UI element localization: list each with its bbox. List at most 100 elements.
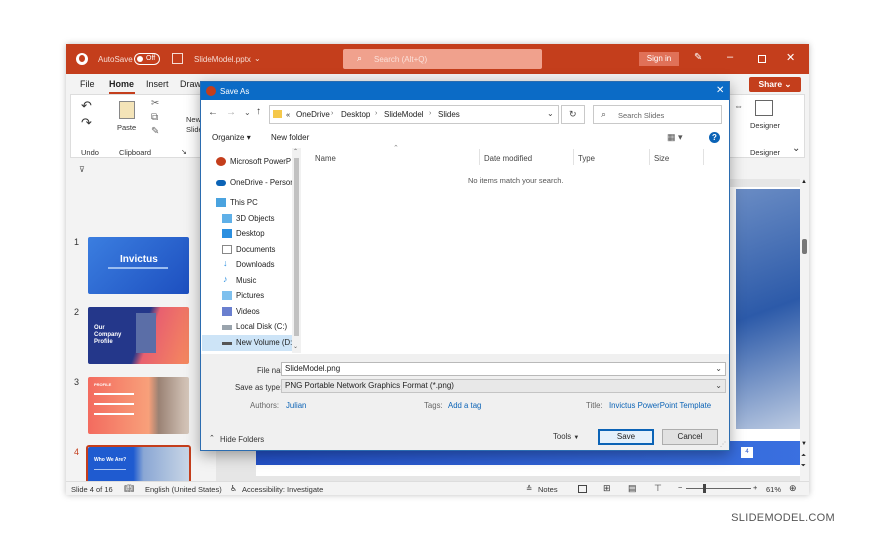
spelling-icon[interactable]: 📖︎ [124,484,134,493]
language-status[interactable]: English (United States) [145,485,222,494]
zoom-in-icon[interactable]: + [753,483,757,492]
cut-icon[interactable]: ✂ [151,98,159,109]
column-type[interactable]: Type [578,154,595,163]
authors-value[interactable]: Julian [286,401,306,410]
tree-item-new-volume-selected[interactable]: New Volume (D: [202,335,294,351]
forward-icon[interactable]: → [226,107,236,118]
fit-to-window-icon[interactable]: ⊕ [789,483,797,494]
designer-icon[interactable] [755,100,773,116]
previous-slide-icon[interactable]: ⏶ [801,453,806,460]
designer-button-label[interactable]: Designer [750,121,780,130]
tree-scrollbar[interactable]: ⌃ ⌄ [292,148,301,353]
document-name[interactable]: SlideModel.pptx [194,55,251,64]
save-icon[interactable] [172,53,183,64]
tree-item-videos[interactable]: Videos [222,306,296,318]
maximize-icon[interactable] [758,55,766,63]
tree-item-music[interactable]: ♪ Music [222,274,296,287]
address-bar[interactable]: « OneDrive › Desktop › SlideModel › Slid… [269,105,559,124]
zoom-slider-thumb[interactable] [703,484,706,493]
back-icon[interactable]: ← [208,107,218,118]
sign-in-button[interactable]: Sign in [639,52,679,66]
resize-grip-icon[interactable]: ⋰ [720,441,726,448]
normal-view-icon[interactable] [578,485,587,493]
tree-item-local-disk[interactable]: Local Disk (C:) [222,321,296,333]
column-date-modified[interactable]: Date modified [484,154,532,163]
autosave-toggle[interactable]: Off [134,53,160,65]
hide-folders-button[interactable]: Hide Folders [220,435,264,444]
notes-button[interactable]: Notes [538,485,558,494]
tree-scroll-up-icon[interactable]: ⌃ [293,148,298,155]
scroll-thumb[interactable] [802,239,807,254]
dialog-close-icon[interactable]: ✕ [716,85,724,96]
arrange-icon[interactable]: ⇔ [734,101,743,111]
slide-thumbnail-2[interactable]: Our Company Profile [88,307,189,364]
tree-item-downloads[interactable]: ↓ Downloads [222,258,296,271]
address-dropdown-icon[interactable]: ⌄ [547,109,554,118]
search-box[interactable]: ⌕ Search (Alt+Q) [343,49,542,69]
breadcrumb-desktop[interactable]: Desktop [341,110,370,119]
slide-thumbnail-3[interactable]: PROFILE [88,377,189,434]
tools-button[interactable]: Tools ▼ [553,432,579,441]
breadcrumb-slidemodel[interactable]: SlideModel [384,110,424,119]
column-divider[interactable] [573,149,574,165]
file-name-dropdown-icon[interactable]: ⌄ [715,363,722,375]
accessibility-icon[interactable]: ♿︎ [230,484,237,493]
title-value[interactable]: Invictus PowerPoint Template [609,401,711,410]
tree-item-this-pc[interactable]: This PC [216,197,296,209]
scroll-up-icon[interactable]: ▲ [801,179,807,185]
recent-locations-icon[interactable]: ⌄ [244,108,251,117]
ribbon-collapse-icon[interactable]: ⌄ [792,143,800,154]
next-slide-icon[interactable]: ⏷ [801,463,806,470]
tree-scroll-down-icon[interactable]: ⌄ [293,343,298,350]
column-name[interactable]: Name [315,154,336,163]
notes-icon[interactable]: ≙ [526,484,532,493]
tree-item-desktop[interactable]: Desktop [222,228,296,240]
new-folder-button[interactable]: New folder [271,133,309,142]
zoom-slider[interactable] [686,488,751,489]
tab-file[interactable]: File [80,79,95,89]
zoom-out-icon[interactable]: − [678,483,682,492]
help-icon[interactable]: ? [709,132,720,143]
new-slide-label[interactable]: New [186,115,201,124]
pen-icon[interactable]: ✎ [694,52,702,63]
accessibility-status[interactable]: Accessibility: Investigate [242,485,323,494]
minimize-icon[interactable]: – [727,51,733,63]
tree-scroll-thumb[interactable] [294,158,299,336]
file-name-input[interactable]: SlideModel.png ⌄ [281,362,726,376]
scroll-down-icon[interactable]: ▼ [801,441,807,447]
up-folder-icon[interactable]: ↑ [256,106,261,117]
tab-draw[interactable]: Draw [180,79,201,89]
tab-home[interactable]: Home [109,79,134,89]
reading-view-icon[interactable]: ▤ [628,483,637,494]
copy-icon[interactable]: ⧉ [151,112,158,123]
customize-qat-icon[interactable]: ⊽ [79,165,85,174]
share-button[interactable]: Share ⌄ [749,77,801,92]
tree-item-3d-objects[interactable]: 3D Objects [222,213,296,225]
breadcrumb-prefix[interactable]: « [286,110,290,119]
save-button[interactable]: Save [598,429,654,445]
slide-sorter-icon[interactable]: ⊞ [603,483,611,494]
column-divider[interactable] [479,149,480,165]
zoom-level[interactable]: 61% [766,485,781,494]
slide-thumbnail-1[interactable]: Invictus [88,237,189,294]
paste-icon[interactable] [119,101,135,119]
cancel-button[interactable]: Cancel [662,429,718,445]
column-divider[interactable] [649,149,650,165]
column-divider[interactable] [703,149,704,165]
tree-item-onedrive[interactable]: OneDrive - Person [216,177,296,189]
view-options-icon[interactable]: ▦ ▾ [667,132,683,143]
column-size[interactable]: Size [654,154,669,163]
slideshow-icon[interactable]: ⊤ [654,483,662,494]
organize-button[interactable]: Organize ▾ [212,133,251,142]
hide-folders-icon[interactable]: ⌃ [209,434,215,442]
save-type-dropdown-icon[interactable]: ⌄ [715,380,722,392]
save-as-type-select[interactable]: PNG Portable Network Graphics Format (*.… [281,379,726,393]
dialog-launcher-icon[interactable]: ↘ [181,148,187,156]
dialog-search-box[interactable]: ⌕ Search Slides [593,105,722,124]
tree-item-pictures[interactable]: Pictures [222,290,296,302]
breadcrumb-slides[interactable]: Slides [438,110,460,119]
editor-scrollbar[interactable]: ▲ ▼ ⏶ ⏷ [800,179,809,481]
tree-item-documents[interactable]: Documents [222,244,296,256]
breadcrumb-onedrive[interactable]: OneDrive [296,110,330,119]
format-painter-icon[interactable]: ✎ [151,126,159,137]
